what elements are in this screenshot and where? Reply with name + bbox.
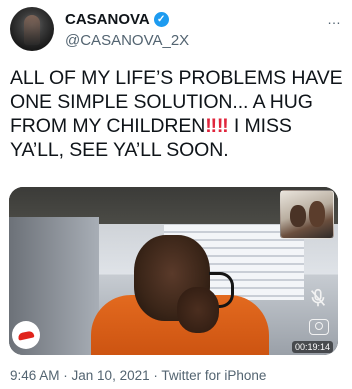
mute-mic-icon[interactable] xyxy=(307,287,329,309)
verified-badge-icon: ✓ xyxy=(153,12,169,27)
end-call-handset xyxy=(17,329,35,341)
double-exclamation-emoji: ‼‼ xyxy=(205,115,229,137)
display-name-text[interactable]: CASANOVA xyxy=(65,10,150,29)
avatar-figure xyxy=(24,15,40,45)
handle[interactable]: @CASANOVA_2X xyxy=(65,31,189,51)
tweet-text-part1: ALL OF MY LIFE’S PROBLEMS HAVE ONE SIMPL… xyxy=(10,67,343,137)
tweet-text: ALL OF MY LIFE’S PROBLEMS HAVE ONE SIMPL… xyxy=(10,66,346,162)
avatar[interactable] xyxy=(10,7,54,51)
end-call-icon[interactable] xyxy=(12,321,40,349)
video-timer: 00:19:14 xyxy=(291,341,333,353)
more-options-icon[interactable]: … xyxy=(327,11,342,27)
video-call-media[interactable]: 00:19:14 xyxy=(9,187,338,355)
meta-separator: · xyxy=(59,368,72,383)
tweet-source[interactable]: Twitter for iPhone xyxy=(161,368,266,383)
pip-video-preview[interactable] xyxy=(280,190,334,239)
pip-person-2 xyxy=(309,201,325,227)
tweet-time[interactable]: 9:46 AM xyxy=(10,368,60,383)
tweet-header: CASANOVA ✓ @CASANOVA_2X … xyxy=(10,7,344,53)
meta-separator: · xyxy=(149,368,162,383)
tweet-date[interactable]: Jan 10, 2021 xyxy=(72,368,150,383)
flip-camera-icon[interactable] xyxy=(309,319,329,335)
display-name[interactable]: CASANOVA ✓ xyxy=(65,10,189,29)
pip-person-1 xyxy=(290,205,306,227)
tweet-meta: 9:46 AM · Jan 10, 2021 · Twitter for iPh… xyxy=(10,368,266,383)
author-names: CASANOVA ✓ @CASANOVA_2X xyxy=(65,10,189,51)
media-person-hand xyxy=(177,287,219,333)
